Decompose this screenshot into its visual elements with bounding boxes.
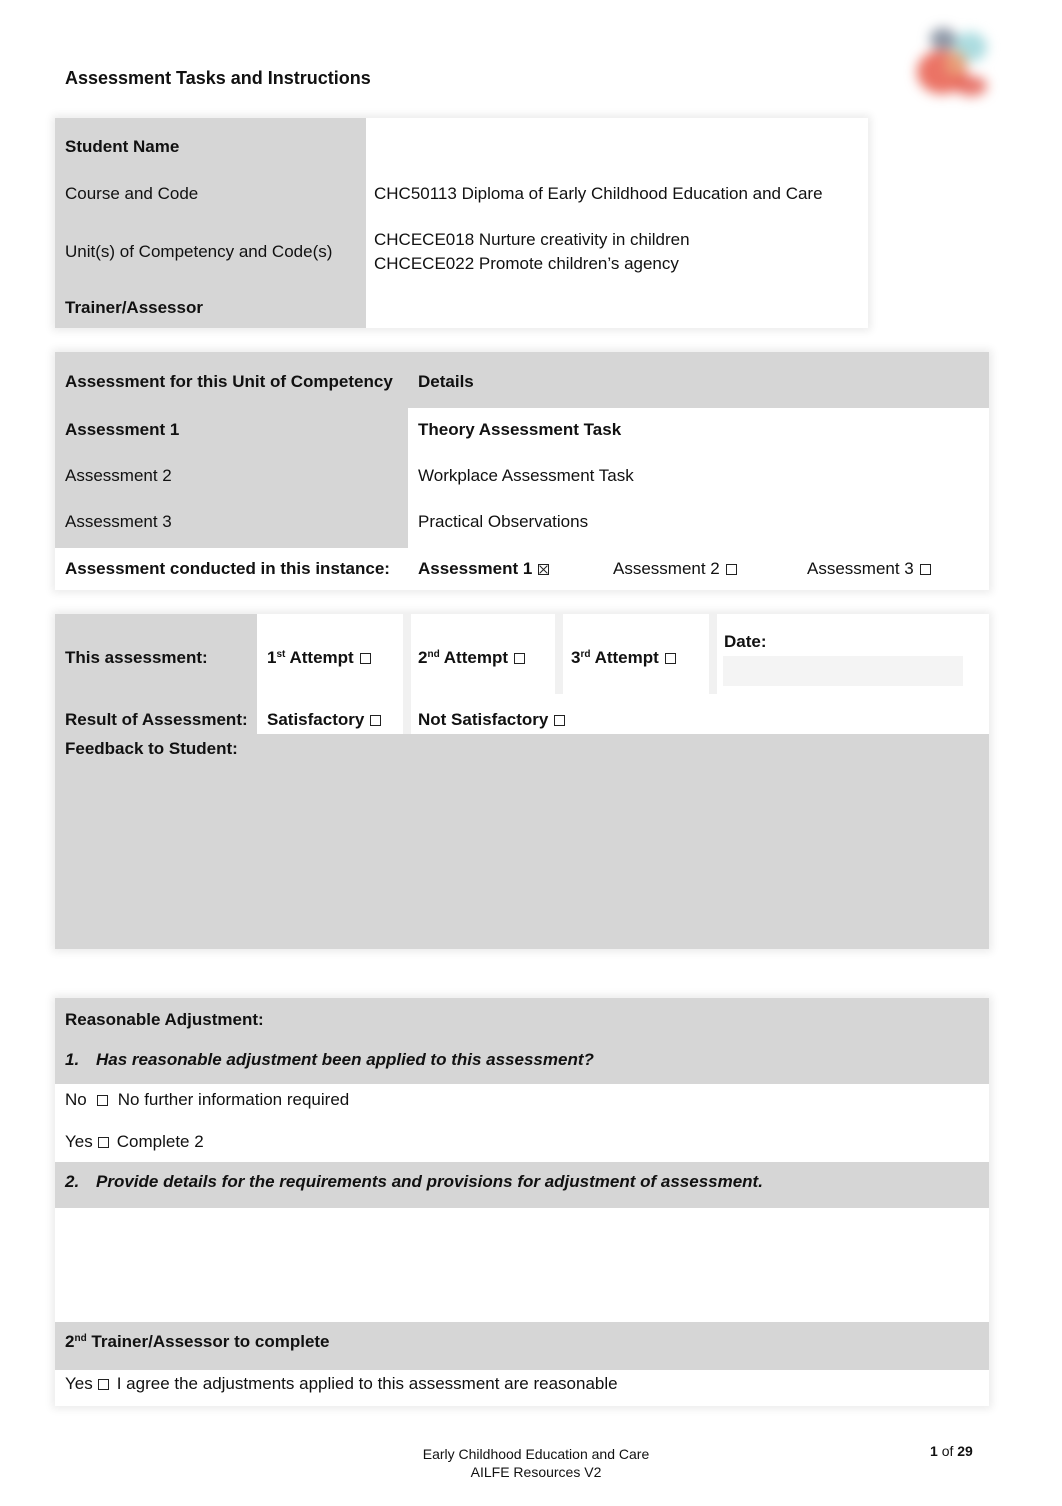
assessment-row-2-name: Assessment 2 xyxy=(65,466,172,485)
date-field[interactable] xyxy=(723,656,963,686)
checkbox-icon[interactable] xyxy=(514,652,525,664)
checkbox-icon[interactable] xyxy=(919,563,931,575)
checkbox-icon[interactable] xyxy=(725,563,737,575)
conducted-option-2[interactable]: Assessment 2 xyxy=(603,548,797,590)
date-label: Date: xyxy=(724,632,767,651)
checkbox-checked-icon[interactable] xyxy=(538,563,550,575)
assessment-row-1-detail: Theory Assessment Task xyxy=(418,420,622,439)
assessment-row-3-name: Assessment 3 xyxy=(65,512,172,531)
checkbox-icon[interactable] xyxy=(97,1136,109,1148)
checkbox-icon[interactable] xyxy=(97,1378,109,1390)
result-not-satisfactory[interactable]: Not Satisfactory xyxy=(408,700,708,740)
checkbox-icon[interactable] xyxy=(554,714,566,726)
checkbox-icon[interactable] xyxy=(664,652,676,664)
page-title: Assessment Tasks and Instructions xyxy=(65,68,371,88)
conducted-option-3[interactable]: Assessment 3 xyxy=(797,548,989,590)
conducted-option-1[interactable]: Assessment 1 xyxy=(408,548,603,590)
footer-line-2: AILFE Resources V2 xyxy=(470,1464,602,1480)
adjustment-heading: Reasonable Adjustment: xyxy=(65,1010,264,1029)
student-name-field[interactable] xyxy=(366,126,868,168)
conducted-label: Assessment conducted in this instance: xyxy=(65,559,390,578)
footer-line-1: Early Childhood Education and Care xyxy=(422,1446,650,1462)
unit-code-2: CHCECE022 Promote children’s agency xyxy=(374,254,679,273)
checkbox-icon[interactable] xyxy=(370,714,382,726)
page-footer: Early Childhood Education and Care AILFE… xyxy=(386,1445,686,1481)
assessments-table: Assessment for this Unit of Competency D… xyxy=(55,352,989,590)
attempt-result-table: This assessment: 1st Attempt 2nd Attempt… xyxy=(55,614,989,949)
checkbox-icon[interactable] xyxy=(359,652,371,664)
second-assessor-heading: 2nd Trainer/Assessor to complete xyxy=(65,1332,330,1351)
second-assessor-agree-option[interactable]: Yes I agree the adjustments applied to th… xyxy=(55,1366,989,1402)
page-number: 1 of 29 xyxy=(930,1443,973,1459)
adjustment-yes-option[interactable]: Yes Complete 2 xyxy=(55,1124,989,1160)
unit-code-1: CHCECE018 Nurture creativity in children xyxy=(374,230,690,249)
adjustment-details-field[interactable] xyxy=(55,1212,989,1318)
attempt-option-3[interactable]: 3rd Attempt xyxy=(561,638,711,678)
assessment-header-col1: Assessment for this Unit of Competency xyxy=(65,372,393,391)
attempt-label: This assessment: xyxy=(65,648,208,667)
student-info-table: Student Name Course and Code CHC50113 Di… xyxy=(55,118,868,328)
trainer-field[interactable] xyxy=(366,288,868,328)
adjustment-no-option[interactable]: No No further information required xyxy=(55,1082,989,1118)
assessment-row-2-detail: Workplace Assessment Task xyxy=(418,466,634,485)
student-name-label: Student Name xyxy=(65,137,180,156)
units-label: Unit(s) of Competency and Code(s) xyxy=(65,242,333,261)
adjustment-question-1: 1. Has reasonable adjustment been applied… xyxy=(65,1050,594,1069)
organisation-logo xyxy=(895,22,995,100)
course-label: Course and Code xyxy=(65,184,199,203)
checkbox-icon[interactable] xyxy=(96,1094,108,1106)
attempt-option-2[interactable]: 2nd Attempt xyxy=(408,638,558,678)
result-satisfactory[interactable]: Satisfactory xyxy=(257,700,403,740)
adjustment-question-2: 2. Provide details for the requirements a… xyxy=(65,1172,763,1191)
trainer-label: Trainer/Assessor xyxy=(65,298,203,317)
result-label: Result of Assessment: xyxy=(65,710,248,729)
assessment-header-col2: Details xyxy=(418,372,474,391)
feedback-label: Feedback to Student: xyxy=(65,739,238,758)
attempt-option-1[interactable]: 1st Attempt xyxy=(257,638,403,678)
feedback-field[interactable] xyxy=(55,764,989,944)
assessment-row-1-name: Assessment 1 xyxy=(65,420,180,439)
reasonable-adjustment-table: Reasonable Adjustment: 1. Has reasonable … xyxy=(55,998,989,1406)
assessment-row-3-detail: Practical Observations xyxy=(418,512,589,531)
course-value: CHC50113 Diploma of Early Childhood Educ… xyxy=(374,184,823,203)
units-value: CHCECE018 Nurture creativity in children… xyxy=(366,220,868,284)
